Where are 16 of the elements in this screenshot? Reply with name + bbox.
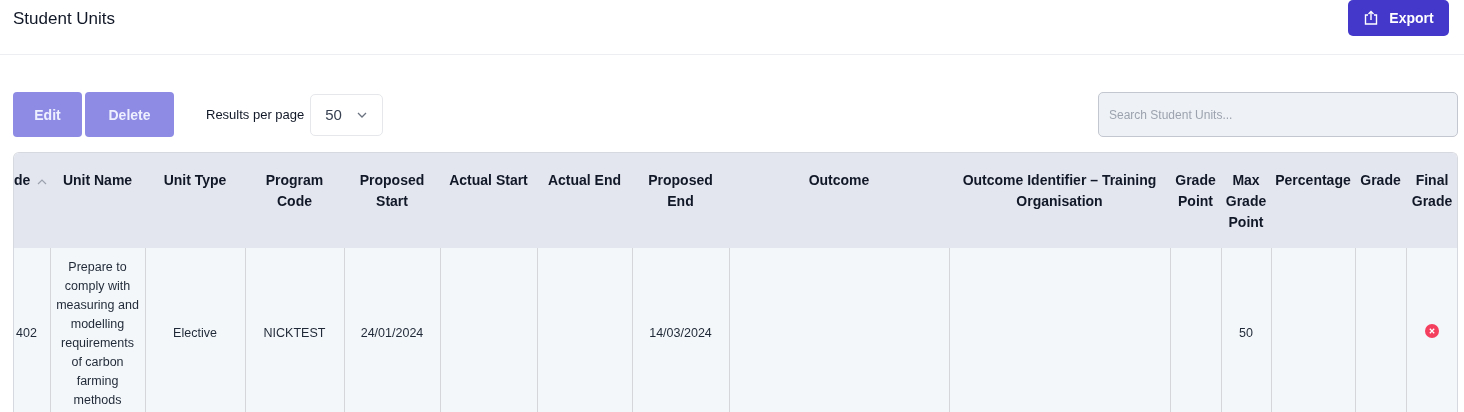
- export-button[interactable]: Export: [1348, 0, 1449, 36]
- table-cell: 50: [1239, 326, 1253, 340]
- sort-up-icon: [37, 179, 48, 185]
- table-cell: 24/01/2024: [360, 326, 424, 340]
- chevron-down-icon: [356, 110, 369, 119]
- search-field[interactable]: Search Student Units...: [1098, 92, 1458, 137]
- table-cell: NICKTEST: [263, 326, 326, 340]
- page-title: Student Units: [13, 9, 116, 29]
- table-cell: 402: [16, 326, 37, 340]
- table-cell: Prepare to comply with measuring and modelling requirements of carbon farming methods: [56, 259, 139, 407]
- results-per-page-select[interactable]: 50: [310, 93, 384, 136]
- table-cell: 14/03/2024: [649, 326, 712, 340]
- results-per-page-label: Results per page: [206, 107, 305, 122]
- upload-icon: [1363, 10, 1380, 26]
- table-cell: Elective: [173, 326, 217, 340]
- column-header[interactable]: de: [14, 172, 31, 188]
